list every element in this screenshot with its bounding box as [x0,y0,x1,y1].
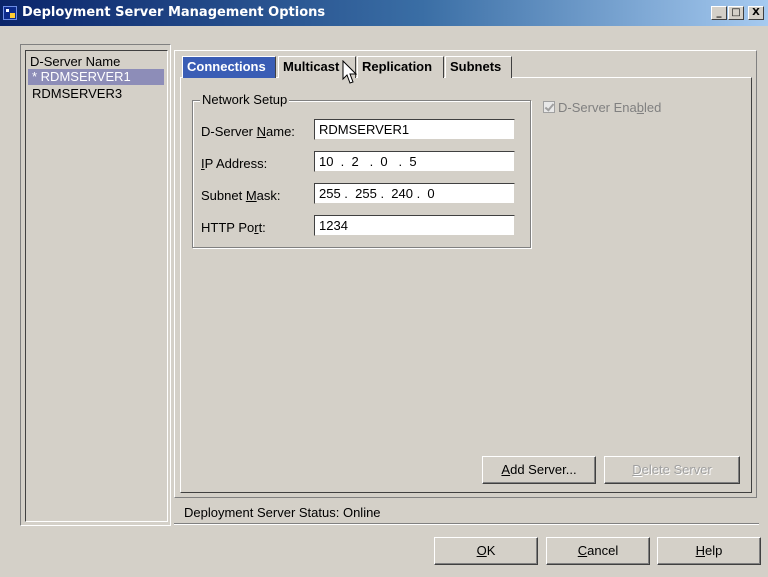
server-name-input[interactable]: RDMSERVER1 [314,119,515,140]
title-bar[interactable]: Deployment Server Management Options _ □… [0,0,768,26]
dialog-window: Deployment Server Management Options _ □… [0,0,768,577]
d-server-enabled-checkbox[interactable]: D-Server Enabled [543,100,661,115]
tab-connections[interactable]: Connections [182,56,276,78]
tab-subnets[interactable]: Subnets [445,56,512,78]
subnet-mask-label: Subnet Mask: [201,188,281,203]
delete-server-button[interactable]: Delete Server [604,456,740,484]
server-app-icon [3,6,17,20]
checkbox-check-icon [543,101,555,113]
d-server-enabled-label: D-Server Enabled [558,100,662,115]
server-name-label: D-Server Name: [201,124,295,139]
ip-address-input[interactable]: 10 . 2 . 0 . 5 [314,151,515,172]
server-list[interactable]: D-Server Name * RDMSERVER1 RDMSERVER3 [25,50,168,522]
close-button[interactable]: X [748,6,764,20]
help-button[interactable]: Help [657,537,761,565]
server-list-item-rdmserver1[interactable]: * RDMSERVER1 [28,69,164,85]
server-status-text: Deployment Server Status: Online [184,505,381,520]
server-list-item-rdmserver3[interactable]: RDMSERVER3 [28,86,164,102]
http-port-label: HTTP Port: [201,220,266,235]
status-separator [174,523,759,525]
mouse-pointer-icon [342,60,358,84]
http-port-input[interactable]: 1234 [314,215,515,236]
network-setup-legend: Network Setup [200,92,290,107]
cancel-button[interactable]: Cancel [546,537,650,565]
subnet-mask-input[interactable]: 255 . 255 . 240 . 0 [314,183,515,204]
maximize-button[interactable]: □ [728,6,744,20]
tab-replication[interactable]: Replication [357,56,444,78]
window-title: Deployment Server Management Options [22,5,326,20]
ok-button[interactable]: OK [434,537,538,565]
minimize-button[interactable]: _ [711,6,727,20]
ip-address-label: IP Address: [201,156,268,171]
add-server-button[interactable]: Add Server... [482,456,596,484]
server-list-header: D-Server Name [30,54,121,69]
